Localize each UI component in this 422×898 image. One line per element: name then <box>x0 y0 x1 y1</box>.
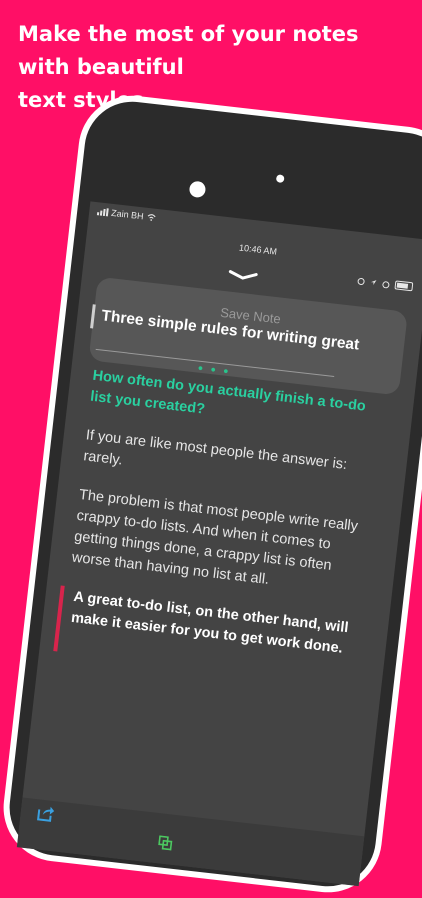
headline-line-1: Make the most of your notes <box>18 22 359 46</box>
headline-line-2: with beautiful <box>18 55 184 79</box>
status-time: 10:46 AM <box>238 242 278 257</box>
quote-accent-bar <box>53 585 65 652</box>
wifi-icon <box>147 214 156 221</box>
note-paragraph-2[interactable]: The problem is that most people write re… <box>71 485 369 601</box>
signal-icon <box>96 207 109 217</box>
note-editor[interactable]: Three simple rules for writing great • •… <box>53 302 409 663</box>
orientation-lock-icon <box>357 277 365 285</box>
alarm-icon <box>382 280 390 288</box>
location-icon <box>370 280 377 286</box>
promo-headline: Make the most of your notes with beautif… <box>18 18 408 117</box>
collapse-chevron-icon[interactable] <box>227 269 258 282</box>
carrier-info: Zain BH <box>96 206 156 223</box>
note-paragraph-1[interactable]: If you are like most people the answer i… <box>82 425 375 500</box>
status-indicators <box>357 276 414 292</box>
share-icon[interactable] <box>36 803 56 823</box>
phone-mockup: Zain BH 10:46 AM Save Note Three simple … <box>0 90 422 898</box>
note-quote[interactable]: A great to-do list, on the other hand, w… <box>70 587 363 662</box>
carrier-name: Zain BH <box>110 207 145 222</box>
title-cursor-bar <box>90 304 96 329</box>
battery-icon <box>394 280 414 292</box>
duplicate-icon[interactable] <box>158 835 173 851</box>
